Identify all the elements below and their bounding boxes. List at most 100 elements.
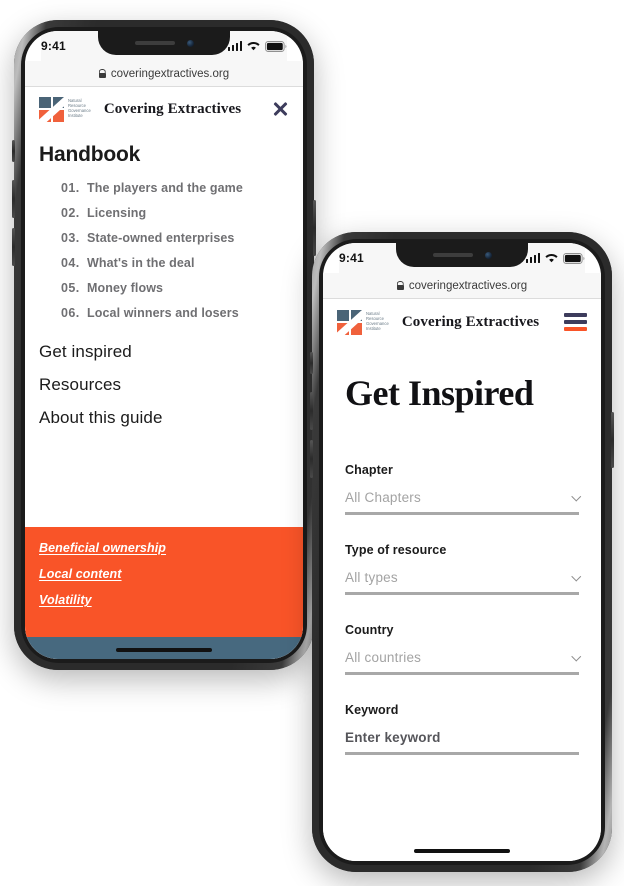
chevron-down-icon[interactable] [571,491,581,501]
site-header-page: Natural Resource Governance Institute Co… [323,299,601,345]
chapter-list-item[interactable]: 05. Money flows [39,281,289,295]
phone-device-menu: 9:41 coveringextractives.org Natural Res… [12,20,316,670]
filter-field-chapter: Chapter All Chapters [345,463,581,515]
phone-device-page: 9:41 coveringextractives.org Natural Res… [310,232,614,872]
select-value: All Chapters [345,490,421,505]
text-input-control[interactable]: Enter keyword [345,730,579,755]
phone-screen-menu: 9:41 coveringextractives.org Natural Res… [25,31,303,659]
chapter-number: 01. [61,181,80,195]
select-control[interactable]: All types [345,570,581,595]
lock-icon [98,69,106,78]
primary-nav-link[interactable]: Resources [39,375,289,395]
status-time: 9:41 [41,39,66,53]
filter-field-type-of-resource: Type of resource All types [345,543,581,595]
page-title: Get Inspired [345,373,534,413]
phone-volume-up-button[interactable] [310,392,313,430]
chapter-number: 05. [61,281,80,295]
chapter-label: Licensing [87,206,147,220]
primary-link-list: Get inspired Resources About this guide [39,342,289,441]
phone-screen-page: 9:41 coveringextractives.org Natural Res… [323,243,601,861]
chevron-down-icon[interactable] [571,571,581,581]
brand-title[interactable]: Covering Extractives [104,101,241,118]
field-label: Keyword [345,703,399,717]
browser-url-bar[interactable]: coveringextractives.org [323,273,601,299]
page-footer-bar [25,637,303,659]
phone-volume-down-button[interactable] [310,440,313,478]
chapter-label: Local winners and losers [87,306,239,320]
primary-nav-link[interactable]: About this guide [39,408,289,428]
chapter-number: 03. [61,231,80,245]
nrgi-logo[interactable]: Natural Resource Governance Institute [337,309,389,335]
battery-icon [563,252,585,264]
chapter-label: What's in the deal [87,256,195,270]
chapter-list-item[interactable]: 03. State-owned enterprises [39,231,289,245]
select-control[interactable]: All Chapters [345,490,581,515]
get-inspired-page: Get Inspired Chapter All Chapters Type of … [323,345,601,861]
front-camera [186,39,194,47]
nrgi-logo-wordmark: Natural Resource Governance Institute [68,98,91,119]
phone-volume-up-button[interactable] [12,180,15,218]
browser-url-bar[interactable]: coveringextractives.org [25,61,303,87]
mobile-menu-panel: Handbook 01. The players and the game 02. L… [25,131,303,659]
wifi-icon [545,254,558,263]
chapter-number: 06. [61,306,80,320]
signal-bars-icon [525,253,540,263]
phone-notch [98,31,230,55]
lock-icon [396,281,404,290]
tag-link[interactable]: Local content [39,567,289,581]
phone-mute-switch[interactable] [310,352,313,374]
phone-volume-down-button[interactable] [12,228,15,266]
logo-line-4: Institute [68,112,83,118]
chapter-number: 04. [61,256,80,270]
primary-nav-link[interactable]: Get inspired [39,342,289,362]
signal-bars-icon [227,41,242,51]
status-icons [525,252,586,264]
menu-heading: Handbook [39,143,141,166]
input-placeholder: Enter keyword [345,730,441,745]
tag-links-block: Beneficial ownership Local content Volatil… [25,527,303,637]
chapter-list-item[interactable]: 02. Licensing [39,206,289,220]
status-icons [227,40,288,52]
status-time: 9:41 [339,251,364,265]
filter-field-country: Country All countries [345,623,581,675]
select-value: All types [345,570,398,585]
hamburger-menu-icon[interactable] [564,313,587,331]
front-camera [484,251,492,259]
nrgi-logo-mark [39,96,64,122]
home-indicator [116,648,212,652]
home-indicator [414,849,510,853]
close-icon[interactable] [272,101,289,118]
wifi-icon [247,42,260,51]
field-label: Country [345,623,394,637]
chapter-list: 01. The players and the game 02. Licensing 0… [39,181,289,320]
chapter-number: 02. [61,206,80,220]
earpiece-speaker [432,253,473,257]
select-value: All countries [345,650,422,665]
phone-power-button[interactable] [313,200,316,256]
chapter-list-item[interactable]: 06. Local winners and losers [39,306,289,320]
logo-line-4: Institute [366,325,381,331]
brand-title[interactable]: Covering Extractives [402,314,539,331]
tag-link[interactable]: Volatility [39,593,289,607]
site-header-menu: Natural Resource Governance Institute Co… [25,87,303,131]
chapter-label: Money flows [87,281,164,295]
phone-power-button[interactable] [611,412,614,468]
phone-mute-switch[interactable] [12,140,15,162]
chapter-list-item[interactable]: 04. What's in the deal [39,256,289,270]
nrgi-logo[interactable]: Natural Resource Governance Institute [39,96,91,122]
phone-notch [396,243,528,267]
select-control[interactable]: All countries [345,650,581,675]
tag-link[interactable]: Beneficial ownership [39,541,289,555]
field-label: Type of resource [345,543,447,557]
url-text: coveringextractives.org [408,279,528,292]
battery-icon [265,40,287,52]
url-text: coveringextractives.org [110,67,230,80]
chevron-down-icon[interactable] [571,651,581,661]
earpiece-speaker [134,41,175,45]
filter-form: Chapter All Chapters Type of resource All t… [345,463,581,755]
chapter-list-item[interactable]: 01. The players and the game [39,181,289,195]
menu-scroll-area: Handbook 01. The players and the game 02. L… [25,131,303,527]
filter-field-keyword: Keyword Enter keyword [345,703,579,755]
chapter-label: The players and the game [87,181,243,195]
chapter-label: State-owned enterprises [87,231,235,245]
